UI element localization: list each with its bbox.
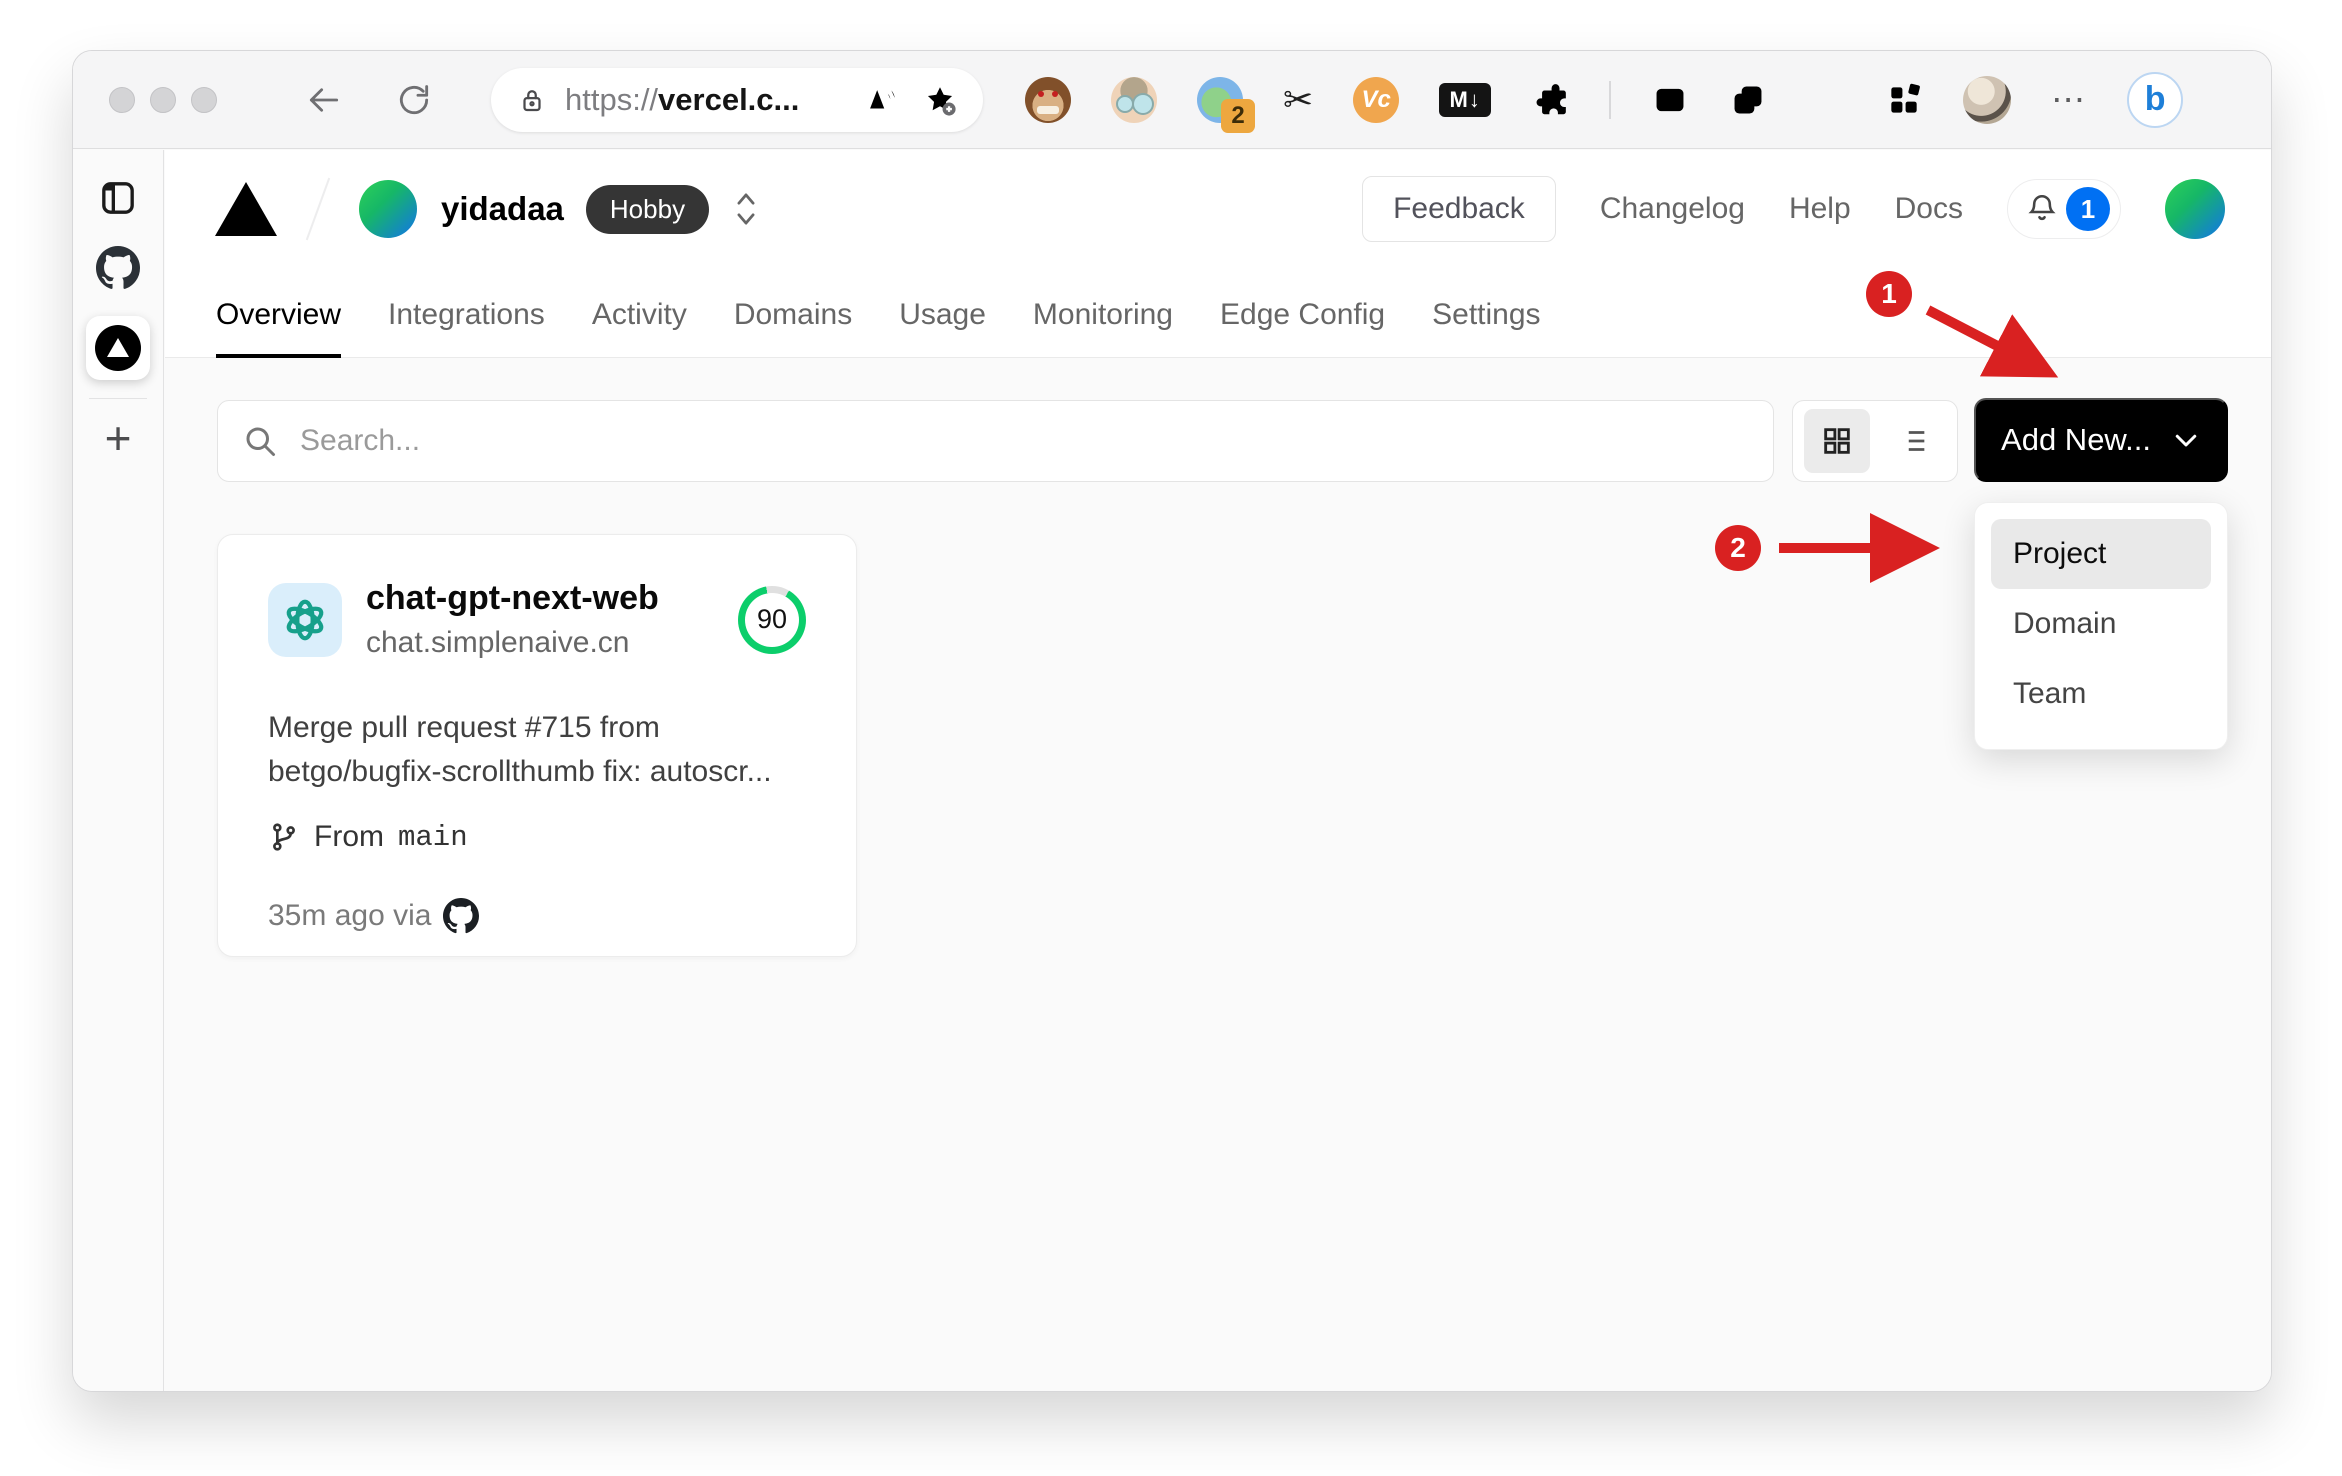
grid-view-icon (1823, 428, 1850, 454)
tab-activity[interactable]: Activity (592, 298, 687, 358)
url-scheme: https:// (565, 81, 659, 117)
browser-sidebar: + (73, 150, 164, 1391)
zoom-window-button[interactable] (191, 86, 217, 113)
reload-icon[interactable] (395, 81, 433, 119)
breadcrumb-slash (305, 177, 331, 241)
grid-view-button[interactable] (1803, 409, 1870, 473)
sidebar-divider (89, 398, 147, 399)
annotation-step-2-badge: 2 (1715, 525, 1761, 571)
search-input[interactable] (300, 424, 1749, 458)
add-new-button[interactable]: Add New... (1974, 398, 2228, 482)
collections-icon[interactable] (1729, 81, 1767, 119)
commit-message: Merge pull request #715 from betgo/bugfi… (268, 706, 806, 794)
search-icon (246, 427, 275, 456)
dashboard-content: Add New... chat- (165, 358, 2271, 1391)
team-name[interactable]: yidadaa (441, 190, 564, 228)
git-branch-icon (273, 823, 295, 851)
project-favicon (268, 582, 342, 657)
commit-line-1: Merge pull request #715 from (268, 711, 660, 744)
list-view-icon (1902, 431, 1925, 451)
annotation-step-1-badge: 1 (1866, 271, 1912, 317)
help-link[interactable]: Help (1789, 192, 1851, 226)
vercel-dashboard: yidadaa Hobby Feedback Changelog Help Do… (165, 150, 2271, 1391)
markdown-extension-icon[interactable]: M↓ (1439, 82, 1492, 117)
desktop: https://vercel.c... 2 ✂ Vc M↓ ⋯ b + yida… (0, 0, 2342, 1476)
view-toggle (1792, 400, 1958, 482)
project-card[interactable]: chat-gpt-next-web chat.simplenaive.cn 90… (217, 534, 857, 957)
tab-settings[interactable]: Settings (1432, 298, 1540, 358)
session-extension-icon[interactable]: 2 (1197, 76, 1255, 133)
tab-usage[interactable]: Usage (899, 298, 986, 358)
changelog-link[interactable]: Changelog (1600, 192, 1745, 226)
project-domain[interactable]: chat.simplenaive.cn (366, 626, 659, 660)
docs-link[interactable]: Docs (1895, 192, 1963, 226)
sidebar-panel-icon[interactable] (98, 178, 138, 218)
dropdown-item-project[interactable]: Project (1991, 519, 2211, 589)
openai-logo-icon (286, 599, 324, 640)
sidebar-add-icon[interactable]: + (105, 415, 132, 461)
dropdown-item-domain[interactable]: Domain (1991, 589, 2211, 659)
lighthouse-score: 90 (745, 592, 799, 647)
url-host: vercel.c... (658, 81, 800, 117)
commit-line-2: betgo/bugfix-scrollthumb fix: autoscr... (268, 755, 772, 788)
toolbar-divider (1609, 80, 1612, 119)
list-view-button[interactable] (1880, 409, 1946, 473)
tab-edge-config[interactable]: Edge Config (1220, 298, 1385, 358)
vc-extension-icon[interactable]: Vc (1353, 76, 1400, 123)
split-screen-icon[interactable] (1651, 81, 1689, 119)
add-new-dropdown: Project Domain Team (1974, 502, 2228, 750)
tampermonkey-extension-icon[interactable] (1025, 76, 1071, 123)
team-switcher-icon[interactable] (731, 189, 761, 229)
bell-icon (2028, 194, 2056, 221)
browser-toolbar: https://vercel.c... 2 ✂ Vc M↓ ⋯ b (73, 51, 2271, 149)
apps-icon[interactable] (1885, 81, 1923, 119)
branch-row: From main (268, 820, 806, 854)
address-bar[interactable]: https://vercel.c... (491, 67, 983, 132)
plan-badge: Hobby (585, 184, 710, 234)
tab-domains[interactable]: Domains (734, 298, 852, 358)
lock-icon (523, 89, 541, 111)
github-icon (443, 898, 480, 934)
branch-name: main (398, 820, 468, 854)
lighthouse-score-ring: 90 (738, 585, 806, 654)
bing-chat-icon[interactable]: b (2127, 71, 2184, 128)
back-icon[interactable] (305, 81, 343, 119)
feedback-button[interactable]: Feedback (1362, 176, 1556, 242)
user-avatar[interactable] (2165, 179, 2225, 239)
github-sidebar-icon[interactable] (96, 246, 140, 290)
project-name[interactable]: chat-gpt-next-web (366, 579, 659, 618)
tab-integrations[interactable]: Integrations (388, 298, 545, 358)
notifications-button[interactable]: 1 (2007, 179, 2121, 239)
annotation-arrow-2 (1779, 513, 1940, 583)
team-avatar[interactable] (359, 180, 417, 238)
scissors-extension-icon[interactable]: ✂ (1283, 81, 1313, 118)
more-menu-icon[interactable]: ⋯ (2051, 80, 2087, 120)
branch-label: From (314, 820, 384, 853)
notification-count-badge: 1 (2066, 187, 2110, 231)
window-controls (109, 86, 217, 113)
minimize-window-button[interactable] (150, 86, 176, 113)
downloads-icon[interactable] (1807, 81, 1845, 119)
add-new-label: Add New... (2001, 422, 2151, 457)
annotation-arrow-1 (1925, 305, 2059, 378)
browser-window: https://vercel.c... 2 ✂ Vc M↓ ⋯ b + yida… (72, 50, 2272, 1392)
vercel-sidebar-tab[interactable] (86, 316, 150, 380)
extensions-icon[interactable] (1531, 81, 1569, 119)
close-window-button[interactable] (109, 86, 135, 113)
dropdown-item-team[interactable]: Team (1991, 659, 2211, 729)
browser-profile-avatar[interactable] (1963, 75, 2012, 124)
chevron-down-icon (2175, 434, 2197, 447)
tab-monitoring[interactable]: Monitoring (1033, 298, 1173, 358)
read-aloud-icon[interactable] (863, 83, 897, 117)
vercel-logo[interactable] (215, 182, 277, 236)
vercel-app-icon (95, 325, 141, 371)
add-favorite-icon[interactable] (923, 83, 957, 117)
project-search[interactable] (217, 400, 1774, 482)
tab-overview[interactable]: Overview (216, 298, 342, 358)
url-text: https://vercel.c... (565, 82, 799, 118)
session-extension-badge: 2 (1221, 98, 1255, 133)
person-extension-icon[interactable] (1111, 76, 1157, 123)
deploy-meta: 35m ago via (268, 899, 432, 932)
